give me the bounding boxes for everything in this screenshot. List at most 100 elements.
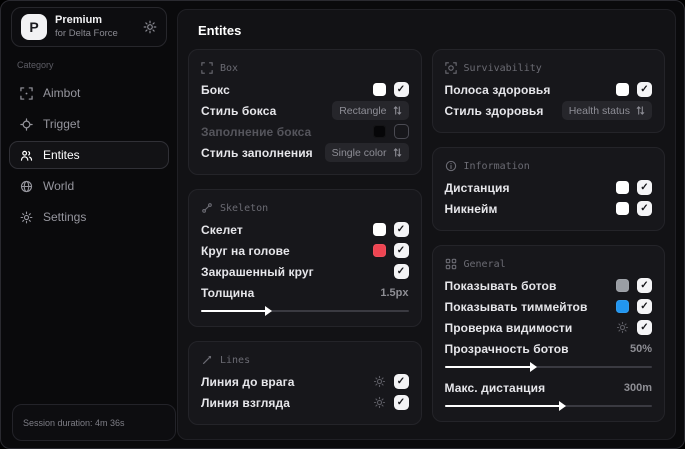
check-icon: ✓ [640,83,649,95]
checkbox-checked[interactable]: ✓ [393,264,409,279]
checkbox-checked[interactable]: ✓ [393,82,409,97]
setting-label: Стиль заполнения [201,145,313,160]
color-swatch[interactable] [616,279,629,292]
setting-row-distance: Дистанция ✓ [444,177,652,198]
slider-thumb[interactable] [558,401,566,411]
sidebar-item-label: Trigget [43,117,80,131]
checkbox-checked[interactable]: ✓ [637,201,652,216]
checkbox-checked[interactable]: ✓ [393,243,409,258]
setting-row-nickname: Никнейм ✓ [444,198,652,219]
card-survivability: Survivability Полоса здоровья ✓ Стиль зд… [431,49,665,133]
card-header-label: General [463,258,506,270]
sidebar-item-world[interactable]: World [9,172,169,200]
check-icon: ✓ [396,83,406,95]
gear-icon[interactable] [373,396,386,409]
sidebar-item-aimbot[interactable]: Aimbot [9,79,169,107]
setting-row-box-toggle: Бокс ✓ [201,79,409,100]
bone-icon [201,202,213,214]
entities-icon [20,149,33,162]
setting-row-fill-style: Стиль заполнения Single color [201,142,409,163]
setting-label: Никнейм [444,201,498,216]
setting-row-filled-circle: Закрашенный круг ✓ [201,261,409,282]
scan-circle-icon [444,62,457,74]
dropdown-health-style[interactable]: Health status [561,101,652,120]
gear-icon[interactable] [373,375,386,388]
category-label: Category [17,60,54,70]
info-icon [445,160,457,172]
checkbox-checked[interactable]: ✓ [393,222,409,237]
check-icon: ✓ [396,223,406,235]
setting-label: Скелет [201,222,243,237]
sidebar-item-label: Entites [43,148,80,162]
dropdown-fill-style[interactable]: Single color [324,143,409,162]
check-icon: ✓ [640,181,649,193]
setting-label: Показывать тиммейтов [444,299,588,314]
bots-opacity-slider[interactable] [444,362,652,372]
checkbox-checked[interactable]: ✓ [393,395,409,410]
setting-label: Заполнение бокса [201,124,312,139]
color-swatch[interactable] [616,202,629,215]
card-header-label: Survivability [463,62,542,74]
color-swatch[interactable] [372,125,386,138]
checkbox-unchecked[interactable] [393,124,409,139]
color-swatch[interactable] [616,83,629,96]
card-header-label: Skeleton [220,202,269,214]
color-swatch[interactable] [372,83,386,96]
card-header-label: Information [463,160,530,172]
checkbox-checked[interactable]: ✓ [637,299,652,314]
brand-card: P Premium for Delta Force [11,7,167,47]
line-icon [201,354,213,366]
checkbox-checked[interactable]: ✓ [393,374,409,389]
setting-label: Прозрачность ботов [444,341,569,356]
gear-icon[interactable] [143,20,157,34]
check-icon: ✓ [396,375,406,387]
check-icon: ✓ [640,300,649,312]
setting-label: Круг на голове [201,243,290,258]
setting-row-line-sight: Линия взгляда ✓ [201,392,409,413]
slider-value: 1.5px [380,286,409,299]
setting-row-skeleton: Скелет ✓ [201,219,409,240]
setting-row-max-distance: Макс. дистанция 300m [445,377,653,398]
card-header-label: Lines [220,354,251,366]
thickness-slider[interactable] [201,306,409,316]
sidebar-item-label: Aimbot [43,86,81,100]
setting-label: Бокс [201,82,230,97]
setting-label: Толщина [201,285,255,300]
max-distance-slider[interactable] [444,401,652,411]
setting-label: Макс. дистанция [444,380,546,395]
checkbox-checked[interactable]: ✓ [637,180,652,195]
slider-thumb[interactable] [265,306,273,316]
slider-thumb[interactable] [529,362,537,372]
setting-label: Линия взгляда [201,395,291,410]
checkbox-checked[interactable]: ✓ [637,320,652,335]
card-lines: Lines Линия до врага ✓ Линия взгляда ✓ [188,341,422,425]
color-swatch[interactable] [372,223,386,236]
setting-row-visibility-check: Проверка видимости ✓ [445,317,652,338]
sidebar-item-entites[interactable]: Entites [9,141,169,169]
dropdown-box-style[interactable]: Rectangle [332,101,409,120]
color-swatch[interactable] [616,181,629,194]
gear-icon[interactable] [616,321,629,334]
brand-title: Premium [55,14,103,27]
main-panel: Entites Box Бокс ✓ Стиль бокса Rectangle… [177,9,676,440]
setting-row-head-circle: Круг на голове ✓ [201,240,409,261]
sidebar: P Premium for Delta Force Category Aimbo… [1,1,177,448]
color-swatch[interactable] [616,300,629,313]
check-icon: ✓ [640,202,649,214]
color-swatch[interactable] [372,244,386,257]
setting-label: Стиль бокса [201,103,277,118]
swap-arrows-icon [636,105,645,116]
brand-subtitle: for Delta Force [55,27,118,39]
gear-icon [20,211,33,224]
sidebar-item-trigget[interactable]: Trigget [9,110,169,138]
sidebar-item-settings[interactable]: Settings [9,203,169,231]
setting-label: Полоса здоровья [444,82,551,97]
checkbox-checked[interactable]: ✓ [637,278,652,293]
crosshair-icon [20,86,33,100]
slider-value: 50% [629,342,652,355]
check-icon: ✓ [640,321,649,333]
card-information: Information Дистанция ✓ Никнейм ✓ [431,147,665,231]
checkbox-checked[interactable]: ✓ [637,82,652,97]
setting-label: Дистанция [444,180,510,195]
check-icon: ✓ [640,279,649,291]
